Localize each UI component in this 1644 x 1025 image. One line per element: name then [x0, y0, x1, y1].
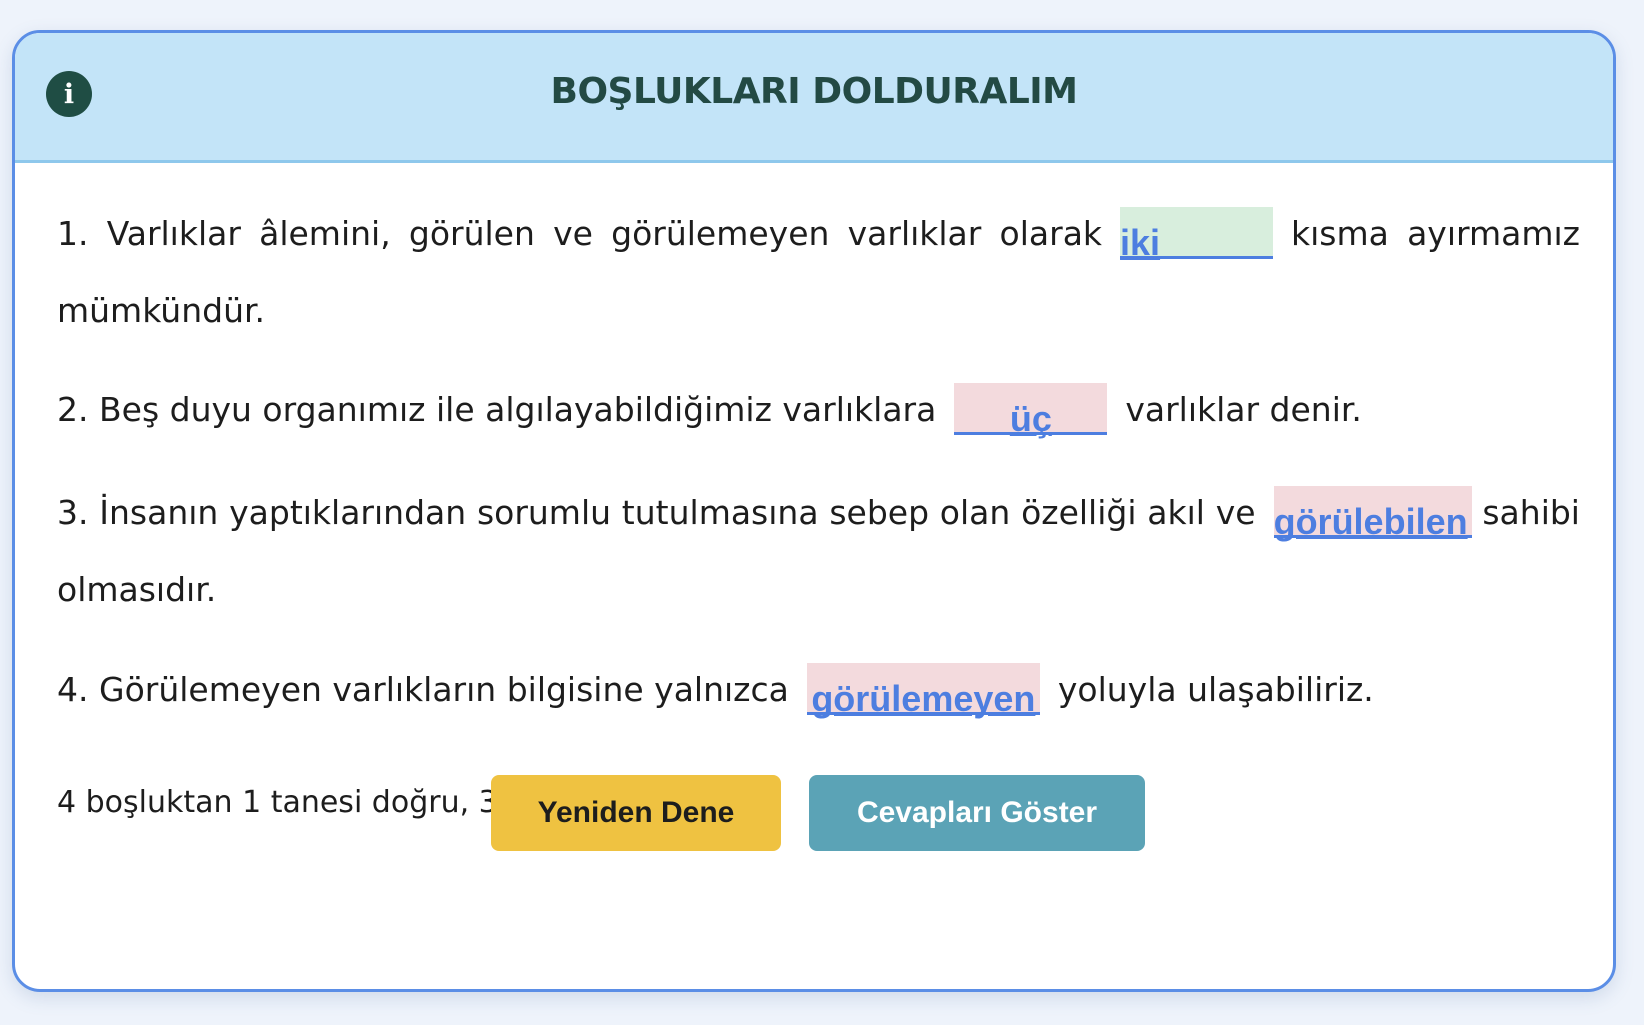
question-4: 4. Görülemeyen varlıkların bilgisine yal…	[57, 651, 1580, 728]
question-3: 3. İnsanın yaptıklarından sorumlu tutulm…	[57, 474, 1580, 628]
answer-blank-2[interactable]: üç	[954, 383, 1108, 439]
question-number: 3.	[57, 493, 89, 532]
question-text-after: yoluyla ulaşabiliriz.	[1057, 670, 1374, 709]
answer-blank-4[interactable]: görülemeyen	[806, 663, 1040, 719]
question-text-before: Varlıklar âlemini, görülen ve görülemeye…	[106, 214, 1103, 253]
question-1: 1. Varlıklar âlemini, görülen ve görülem…	[57, 195, 1580, 349]
question-number: 2.	[57, 390, 89, 429]
fill-in-blanks-card: i BOŞLUKLARI DOLDURALIM 1. Varlıklar âle…	[12, 30, 1616, 992]
page-title: BOŞLUKLARI DOLDURALIM	[550, 71, 1079, 112]
question-number: 1.	[57, 214, 89, 253]
question-2: 2. Beş duyu organımız ile algılayabildiğ…	[57, 371, 1580, 448]
question-text-before: Görülemeyen varlıkların bilgisine yalnız…	[99, 670, 789, 709]
answer-blank-1[interactable]: iki	[1120, 207, 1274, 263]
card-header: i BOŞLUKLARI DOLDURALIM	[15, 33, 1613, 163]
retry-button[interactable]: Yeniden Dene	[491, 775, 781, 851]
question-text-before: Beş duyu organımız ile algılayabildiğimi…	[99, 390, 937, 429]
answer-blank-3[interactable]: görülebilen	[1273, 486, 1472, 542]
show-answers-button[interactable]: Cevapları Göster	[809, 775, 1145, 851]
question-text-after: varlıklar denir.	[1125, 390, 1362, 429]
question-text-before: İnsanın yaptıklarından sorumlu tutulması…	[99, 493, 1256, 532]
action-buttons: Yeniden Dene Cevapları Göster	[15, 775, 1613, 853]
question-number: 4.	[57, 670, 89, 709]
